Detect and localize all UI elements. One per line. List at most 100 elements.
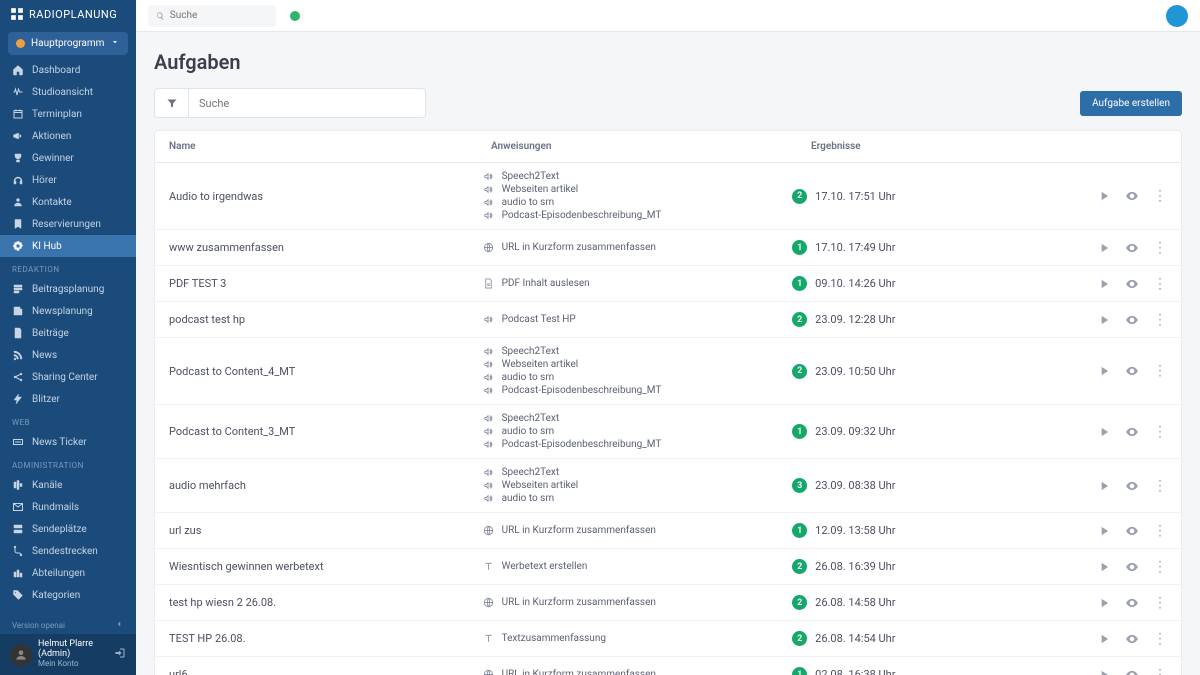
more-menu-icon[interactable]: ⋮ [1153,277,1167,291]
more-menu-icon[interactable]: ⋮ [1153,189,1167,203]
more-menu-icon[interactable]: ⋮ [1153,524,1167,538]
eye-icon[interactable] [1125,668,1139,675]
text-icon [482,561,496,572]
play-icon[interactable] [1097,189,1111,203]
channel-selector[interactable]: Hauptprogramm [8,32,128,55]
sidebar-item-kontakte[interactable]: Kontakte [0,191,136,213]
sidebar-item-reservierungen[interactable]: Reservierungen [0,213,136,235]
table-row[interactable]: TEST HP 26.08. Textzusammenfassung 2 26.… [155,621,1181,657]
sidebar-item-kanäle[interactable]: Kanäle [0,474,136,496]
sidebar-item-sendestrecken[interactable]: Sendestrecken [0,540,136,562]
sidebar-item-aktionen[interactable]: Aktionen [0,125,136,147]
filter-button[interactable] [155,89,189,117]
sidebar-item-terminplan[interactable]: Terminplan [0,103,136,125]
more-menu-icon[interactable]: ⋮ [1153,479,1167,493]
sidebar-item-label: Beitragsplanung [32,284,104,295]
instruction-line: Textzusammenfassung [482,633,773,644]
sidebar-item-sharing-center[interactable]: Sharing Center [0,366,136,388]
table-row[interactable]: audio mehrfach Speech2Text Webseiten art… [155,459,1181,513]
eye-icon[interactable] [1125,596,1139,610]
sidebar-item-studioansicht[interactable]: Studioansicht [0,81,136,103]
sidebar-item-kategorien[interactable]: Kategorien [0,584,136,606]
global-search-input[interactable] [170,10,268,21]
more-menu-icon[interactable]: ⋮ [1153,560,1167,574]
sidebar-item-label: Aktionen [32,131,71,142]
eye-icon[interactable] [1125,479,1139,493]
play-icon[interactable] [1097,596,1111,610]
more-menu-icon[interactable]: ⋮ [1153,596,1167,610]
eye-icon[interactable] [1125,364,1139,378]
sidebar-item-gewinner[interactable]: Gewinner [0,147,136,169]
sidebar-item-sendeplätze[interactable]: Sendeplätze [0,518,136,540]
sidebar-item-rundmails[interactable]: Rundmails [0,496,136,518]
play-icon[interactable] [1097,364,1111,378]
table-row[interactable]: Audio to irgendwas Speech2Text Webseiten… [155,163,1181,230]
sidebar-item-news-ticker[interactable]: News Ticker [0,431,136,453]
table-row[interactable]: Podcast to Content_4_MT Speech2Text Webs… [155,338,1181,405]
table-row[interactable]: PDF TEST 3 PDF Inhalt auslesen 1 09.10. … [155,266,1181,302]
eye-icon[interactable] [1125,241,1139,255]
sidebar-item-beitragsplanung[interactable]: Beitragsplanung [0,278,136,300]
eye-icon[interactable] [1125,425,1139,439]
table-row[interactable]: www zusammenfassen URL in Kurzform zusam… [155,230,1181,266]
more-menu-icon[interactable]: ⋮ [1153,632,1167,646]
user-avatar-button[interactable] [1166,5,1188,27]
play-icon[interactable] [1097,524,1111,538]
instruction-line: Podcast Test HP [482,314,773,325]
brand-icon [10,7,24,21]
slot-icon [12,523,24,535]
exit-icon[interactable] [114,647,126,662]
sidebar-item-news[interactable]: News [0,344,136,366]
filter-box [154,88,426,118]
audio-icon [482,184,496,195]
sidebar-item-newsplanung[interactable]: Newsplanung [0,300,136,322]
eye-icon[interactable] [1125,524,1139,538]
version-row[interactable]: Version openai [0,616,136,634]
audio-icon [482,439,496,450]
table-row[interactable]: url6 URL in Kurzform zusammenfassen 1 02… [155,657,1181,675]
table-row[interactable]: Wiesntisch gewinnen werbetext Werbetext … [155,549,1181,585]
table-row[interactable]: url zus URL in Kurzform zusammenfassen 1… [155,513,1181,549]
play-icon[interactable] [1097,479,1111,493]
play-icon[interactable] [1097,632,1111,646]
table-row[interactable]: test hp wiesn 2 26.08. URL in Kurzform z… [155,585,1181,621]
eye-icon[interactable] [1125,632,1139,646]
more-menu-icon[interactable]: ⋮ [1153,313,1167,327]
user-account-row[interactable]: Helmut Plarre (Admin) Mein Konto [0,634,136,675]
play-icon[interactable] [1097,313,1111,327]
instruction-text: Speech2Text [502,171,560,182]
eye-icon[interactable] [1125,189,1139,203]
filter-search-input[interactable] [189,89,425,117]
audio-icon [482,346,496,357]
result-count-badge: 1 [792,424,807,439]
eye-icon[interactable] [1125,560,1139,574]
sidebar-item-beiträge[interactable]: Beiträge [0,322,136,344]
sidebar-item-abteilungen[interactable]: Abteilungen [0,562,136,584]
more-menu-icon[interactable]: ⋮ [1153,241,1167,255]
audio-icon [482,426,496,437]
audio-icon [482,493,496,504]
eye-icon[interactable] [1125,313,1139,327]
brand-text: RADIOPLANUNG [29,8,117,21]
sidebar-item-ki-hub[interactable]: KI Hub [0,235,136,257]
sidebar-item-hörer[interactable]: Hörer [0,169,136,191]
table-row[interactable]: podcast test hp Podcast Test HP 2 23.09.… [155,302,1181,338]
sidebar-item-dashboard[interactable]: Dashboard [0,59,136,81]
more-menu-icon[interactable]: ⋮ [1153,668,1167,675]
sidebar-item-blitzer[interactable]: Blitzer [0,388,136,410]
instruction-line: Podcast-Episodenbeschreibung_MT [482,210,773,221]
play-icon[interactable] [1097,425,1111,439]
play-icon[interactable] [1097,560,1111,574]
audio-icon [482,480,496,491]
play-icon[interactable] [1097,241,1111,255]
more-menu-icon[interactable]: ⋮ [1153,425,1167,439]
more-menu-icon[interactable]: ⋮ [1153,364,1167,378]
global-search[interactable] [148,5,276,27]
filter-icon [166,97,178,109]
table-row[interactable]: Podcast to Content_3_MT Speech2Text audi… [155,405,1181,459]
play-icon[interactable] [1097,277,1111,291]
eye-icon[interactable] [1125,277,1139,291]
play-icon[interactable] [1097,668,1111,675]
bolt-icon [12,393,24,405]
create-task-button[interactable]: Aufgabe erstellen [1080,91,1182,116]
